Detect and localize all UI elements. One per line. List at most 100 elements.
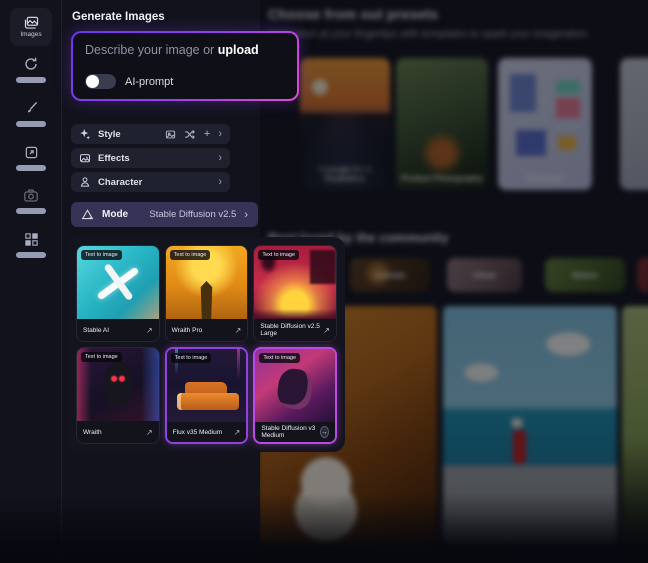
preset-card-label: Concept Art & Illustration [300,165,390,183]
sidebar-label-skeleton [16,165,46,171]
camera-icon [23,189,39,203]
option-row-effects[interactable]: Effects › [71,148,230,168]
chevron-right-icon[interactable]: › [218,152,222,164]
ai-prompt-label: AI-prompt [125,76,173,88]
model-card-bar: Wraith Pro ↗ [166,319,248,341]
sidebar-label-skeleton [16,121,46,127]
share-icon[interactable]: ↗ [146,326,153,335]
plus-icon[interactable]: + [204,129,210,140]
sidebar-item-refresh[interactable] [0,56,62,83]
sidebar-item-camera[interactable] [0,189,62,214]
option-row-style[interactable]: Style + › [71,124,230,144]
prompt-placeholder: Describe your image or upload [85,43,259,57]
character-actions: › [218,176,222,188]
model-card-flux-v35[interactable]: Text to image Flux v35 Medium ↗ [165,347,249,444]
image-icon[interactable] [165,129,176,140]
ai-prompt-toggle[interactable] [85,74,116,89]
chevron-right-icon[interactable]: › [218,176,222,188]
mode-selector[interactable]: Mode Stable Diffusion v2.5 › [71,202,258,227]
option-label-style: Style [98,129,121,140]
model-card-name: Flux v35 Medium [173,429,223,436]
model-card-bar: Stable Diffusion v3 Medium → [255,422,335,442]
preset-card-product-photography[interactable]: Product Photography [396,58,488,190]
chevron-right-icon[interactable]: › [218,128,222,140]
mode-label: Mode [102,209,128,220]
text-to-image-badge: Text to image [170,250,211,260]
category-chip-nature[interactable]: Nature [545,258,625,292]
toggle-knob [86,75,99,88]
style-actions: + › [165,128,222,140]
model-card-name: Wraith Pro [172,327,203,334]
text-to-image-badge: Text to image [81,352,122,362]
category-chip-urban[interactable]: Urban [447,258,522,292]
sparkle-star-icon [79,128,91,140]
model-card-name: Stable AI [83,327,109,334]
expand-icon [24,145,39,160]
prism-icon [81,208,94,221]
presets-heading: Choose from out presets [268,6,438,22]
community-photo-train[interactable] [443,306,617,544]
text-to-image-badge: Text to image [258,250,299,260]
share-icon[interactable]: ↗ [323,326,330,335]
effects-actions: › [218,152,222,164]
model-card-bar: Flux v35 Medium ↗ [167,422,247,442]
option-row-character[interactable]: Character › [71,172,230,192]
model-grid: Text to image Stable AI ↗ Text to image … [68,237,345,452]
sidebar-item-label: Images [20,31,41,38]
category-chip-partial[interactable] [637,258,648,292]
sidebar-label-skeleton [16,77,46,83]
brush-icon [23,100,39,116]
share-icon[interactable]: ↗ [234,428,241,437]
model-card-sd25-large[interactable]: Text to image Stable Diffusion v2.5 Larg… [253,245,337,342]
model-card-name: Stable Diffusion v2.5 Large [260,323,323,337]
option-label-effects: Effects [98,153,130,164]
category-chip-animals[interactable]: Animals [350,258,430,292]
model-card-wraith-pro[interactable]: Text to image Wraith Pro ↗ [165,245,249,342]
sidebar-label-skeleton [16,252,46,258]
grid-icon [24,232,39,247]
prompt-input[interactable]: Describe your image or upload AI-prompt [71,31,299,101]
forward-arrow-button[interactable]: → [320,426,329,438]
text-to-image-badge: Text to image [171,353,212,363]
model-card-wraith[interactable]: Text to image Wraith ↗ [76,347,160,444]
sidebar-label-skeleton [16,208,46,214]
model-card-stable-ai[interactable]: Text to image Stable AI ↗ [76,245,160,342]
refresh-icon [23,56,39,72]
option-label-character: Character [98,177,142,188]
preset-card-label: Product Photography [396,174,488,183]
model-card-bar: Stable Diffusion v2.5 Large ↗ [254,319,336,341]
chip-label: Animals [374,271,405,280]
model-card-bar: Stable AI ↗ [77,319,159,341]
model-card-sd3-medium[interactable]: Text to image Stable Diffusion v3 Medium… [253,347,337,444]
preset-card-concept-art[interactable]: Concept Art & Illustration [300,58,390,190]
model-card-name: Wraith [83,429,102,436]
prompt-placeholder-text: Describe your image or [85,43,218,57]
model-card-bar: Wraith ↗ [77,421,159,443]
model-card-name: Stable Diffusion v3 Medium [261,425,319,439]
app-sidebar: Images [0,0,62,563]
chevron-right-icon[interactable]: › [244,209,248,221]
chip-label: Nature [572,271,597,280]
image-sparkle-icon [79,152,91,164]
preset-card-partial[interactable] [620,58,648,190]
text-to-image-badge: Text to image [259,353,300,363]
mode-value: Stable Diffusion v2.5 [149,209,236,220]
generate-panel-title: Generate Images [72,11,165,23]
upload-link[interactable]: upload [218,43,259,57]
person-icon [79,176,91,188]
sidebar-item-images[interactable]: Images [10,8,52,46]
preset-card-ui-design[interactable]: UI Design [498,58,592,190]
share-icon[interactable]: ↗ [146,428,153,437]
images-icon [24,16,39,29]
preset-card-label: UI Design [498,174,592,183]
app-screen: Choose from out presets Inspiration at y… [0,0,648,563]
shuffle-icon[interactable] [184,129,196,140]
ai-prompt-toggle-row: AI-prompt [85,74,173,89]
sidebar-item-grid[interactable] [0,232,62,258]
share-icon[interactable]: ↗ [235,326,242,335]
sidebar-item-brush[interactable] [0,100,62,127]
sidebar-item-expand[interactable] [0,145,62,171]
presets-subtitle: Inspiration at your fingertips with temp… [268,28,587,40]
community-photo-green[interactable] [622,306,648,544]
text-to-image-badge: Text to image [81,250,122,260]
